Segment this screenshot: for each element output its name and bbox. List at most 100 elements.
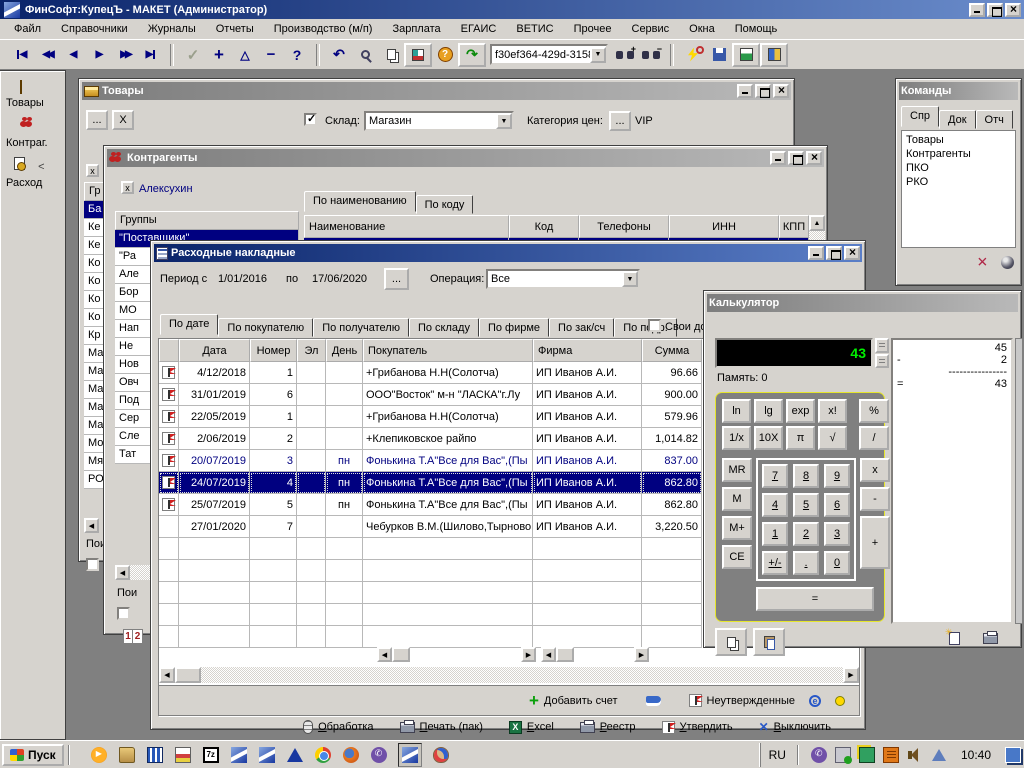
partners-filter-value[interactable]: Алексухин xyxy=(139,183,193,195)
partners-scroll-left-icon[interactable] xyxy=(115,565,130,580)
operation-combo[interactable]: Все xyxy=(486,269,640,289)
calc-key-4[interactable]: 4 xyxy=(762,493,788,517)
close-button[interactable] xyxy=(806,151,822,165)
zip-icon[interactable]: 7z xyxy=(202,746,220,764)
calc-key-+[interactable]: + xyxy=(860,516,890,569)
commands-tab-2[interactable]: Док xyxy=(939,110,976,129)
commands-tab-3[interactable]: Отч xyxy=(976,110,1013,129)
menu-item-3[interactable]: Журналы xyxy=(138,20,206,38)
menu-item-9[interactable]: Прочее xyxy=(564,20,622,38)
goods-filter-close-button[interactable]: х xyxy=(86,164,99,177)
save-settings-icon[interactable] xyxy=(706,43,732,67)
goods-more-button[interactable]: ... xyxy=(86,110,108,130)
footer-button-6[interactable]: Выключить xyxy=(759,720,831,734)
yellow-dot-icon[interactable] xyxy=(835,696,845,706)
nav-last-button[interactable]: ▶ xyxy=(138,43,164,67)
maximize-button[interactable] xyxy=(826,246,842,260)
menu-item-4[interactable]: Отчеты xyxy=(206,20,264,38)
menu-item-2[interactable]: Справочники xyxy=(51,20,138,38)
chrome-icon[interactable] xyxy=(314,746,332,764)
unapproved-button[interactable]: Неутвержденные xyxy=(689,694,796,707)
tile-cascade-icon[interactable] xyxy=(760,43,788,67)
calc-key-10X[interactable]: 10X xyxy=(754,426,783,450)
calc-key-exp[interactable]: exp xyxy=(786,399,815,423)
paint-icon[interactable] xyxy=(432,746,450,764)
help-badge-icon[interactable] xyxy=(432,43,458,67)
commands-list-item[interactable]: Контрагенты xyxy=(906,147,1011,161)
invoices-tab-5[interactable]: По фирме xyxy=(479,318,549,337)
invoices-hscroll-track[interactable] xyxy=(201,667,843,683)
nav-fast-prev-button[interactable]: ◀◀ xyxy=(34,43,60,67)
sidebar-item-expense[interactable]: < Расход xyxy=(6,157,59,189)
stamp-icon[interactable] xyxy=(882,746,900,764)
partners-bottom-checkbox[interactable] xyxy=(117,607,130,620)
find-next-icon[interactable]: + xyxy=(612,43,638,67)
language-indicator[interactable]: RU xyxy=(769,748,786,762)
footer-button-1[interactable]: Обработка xyxy=(303,720,373,734)
calculator-copy-button[interactable] xyxy=(715,628,747,656)
copy-icon[interactable] xyxy=(378,43,404,67)
menu-item-11[interactable]: Окна xyxy=(679,20,725,38)
partners-filter-close-button[interactable]: х xyxy=(121,181,134,194)
warehouse-combo[interactable]: Магазин xyxy=(364,111,514,131)
calculator-tape-scrollbar[interactable] xyxy=(1015,338,1023,624)
invoices-tab-6[interactable]: По зак/сч xyxy=(549,318,614,337)
calc-key-5[interactable]: 5 xyxy=(793,493,819,517)
commands-tab-1[interactable]: Спр xyxy=(901,106,939,127)
pane-scroll-thumb[interactable] xyxy=(556,647,574,662)
speaker-icon[interactable] xyxy=(906,746,924,764)
partners-pager[interactable]: 12 xyxy=(123,629,143,644)
calc-key-lg[interactable]: lg xyxy=(754,399,783,423)
invoices-hscroll-right-icon[interactable] xyxy=(843,667,859,683)
tile-horizontal-icon[interactable] xyxy=(732,43,760,67)
partners-tab-2[interactable]: По коду xyxy=(416,195,474,214)
nav-next-button[interactable]: ▶ xyxy=(86,43,112,67)
add-record-icon[interactable] xyxy=(206,43,232,67)
calc-key-9[interactable]: 9 xyxy=(824,464,850,488)
maximize-button[interactable] xyxy=(788,151,804,165)
calc-key-6[interactable]: 6 xyxy=(824,493,850,517)
period-to-value[interactable]: 17/06/2020 xyxy=(312,273,367,285)
viber-icon[interactable] xyxy=(370,746,388,764)
calc-key-π[interactable]: π xyxy=(786,426,815,450)
minimize-button[interactable] xyxy=(737,84,753,98)
minimize-button[interactable] xyxy=(969,3,985,17)
calc-key-CE[interactable]: CE xyxy=(722,545,752,569)
period-more-button[interactable]: ... xyxy=(384,268,409,290)
commands-list-item[interactable]: Товары xyxy=(906,133,1011,147)
delete-record-icon[interactable] xyxy=(258,43,284,67)
partners-tab-1[interactable]: По наименованию xyxy=(304,191,416,212)
invoices-hscroll-left-icon[interactable] xyxy=(159,667,175,683)
operation-combo-dropdown[interactable] xyxy=(622,271,638,287)
media-player-icon[interactable] xyxy=(90,746,108,764)
footer-button-2[interactable]: Печать (пак) xyxy=(400,720,483,734)
calc-key-x![interactable]: x! xyxy=(818,399,847,423)
maximize-button[interactable] xyxy=(755,84,771,98)
search-combo[interactable]: f30ef364-429d-3158- xyxy=(490,44,608,65)
commands-list-item[interactable]: РКО xyxy=(906,175,1011,189)
sidebar-item-partners[interactable]: Контраг. xyxy=(6,117,59,149)
menu-item-12[interactable]: Помощь xyxy=(725,20,788,38)
search-combo-value[interactable]: f30ef364-429d-3158- xyxy=(492,49,590,61)
pyramid-icon[interactable] xyxy=(286,746,304,764)
price-category-more-button[interactable]: ... xyxy=(609,111,631,131)
commands-list-item[interactable]: ПКО xyxy=(906,161,1011,175)
calc-key-x[interactable]: x xyxy=(860,458,890,482)
calc-key-+/-[interactable]: +/- xyxy=(762,551,788,575)
pane-scroll-left-icon[interactable] xyxy=(541,647,556,662)
commands-close-icon[interactable] xyxy=(977,252,988,274)
calc-key-M+[interactable]: M+ xyxy=(722,516,752,540)
find-prev-icon[interactable]: − xyxy=(638,43,664,67)
new-tape-icon[interactable] xyxy=(949,632,960,645)
goods-scroll-left-icon[interactable] xyxy=(84,518,99,533)
pane-scroll-right-icon[interactable] xyxy=(521,647,536,662)
close-button[interactable] xyxy=(773,84,789,98)
viber-icon[interactable] xyxy=(810,746,828,764)
period-from-value[interactable]: 1/01/2016 xyxy=(218,273,267,285)
cabinet-icon[interactable] xyxy=(146,746,164,764)
e-circle-icon[interactable] xyxy=(809,695,821,707)
calc-key-1[interactable]: 1 xyxy=(762,522,788,546)
menu-item-6[interactable]: Зарплата xyxy=(382,20,450,38)
operation-combo-value[interactable]: Все xyxy=(488,273,622,285)
show-desktop-icon[interactable] xyxy=(1004,746,1022,764)
